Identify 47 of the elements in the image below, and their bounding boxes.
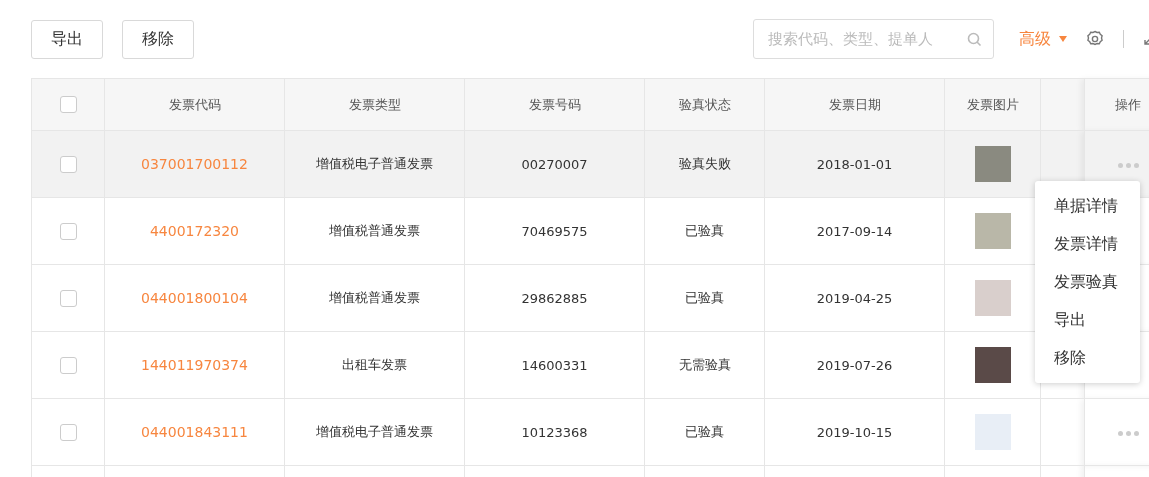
column-header: 操作	[1115, 96, 1141, 112]
row-checkbox[interactable]	[59, 222, 77, 240]
table-cell: 14600331	[521, 357, 588, 373]
photo-placeholder[interactable]	[974, 347, 1011, 383]
table-cell: 2018-01-01	[816, 156, 893, 172]
settings-icon[interactable]	[1086, 30, 1104, 48]
table-cell: 70469575	[521, 223, 588, 239]
toolbar-button[interactable]: 导出	[31, 19, 103, 59]
table-cell: 无需验真	[678, 357, 731, 372]
table-cell: 已验真	[685, 223, 724, 238]
column-header: 发票图片	[966, 96, 1019, 112]
table-cell: 2019-10-15	[816, 424, 893, 440]
table-cell: 增值税普通发票	[329, 223, 420, 238]
column-header: 发票代码	[168, 96, 221, 112]
table-cell: 10123368	[521, 424, 588, 440]
column-header: 发票类型	[348, 96, 401, 112]
menu-item[interactable]: 发票验真	[1035, 263, 1140, 301]
row-checkbox[interactable]	[59, 155, 77, 173]
table-cell: 增值税电子普通发票	[316, 424, 433, 439]
search-icon	[967, 32, 982, 47]
table-cell: 增值税普通发票	[329, 290, 420, 305]
table-cell: 2017-09-14	[816, 223, 893, 239]
toolbar-button[interactable]: 移除	[122, 19, 194, 59]
table-cell: 2019-07-26	[816, 357, 893, 373]
column-header: 发票号码	[528, 96, 581, 112]
table-cell: 2019-04-25	[816, 290, 893, 306]
select-all-checkbox[interactable]	[59, 96, 77, 113]
row-checkbox[interactable]	[59, 356, 77, 374]
row-checkbox[interactable]	[59, 289, 77, 307]
menu-item[interactable]: 移除	[1035, 339, 1140, 377]
column-header: 发票日期	[828, 96, 881, 112]
table-cell: 00270007	[521, 156, 588, 172]
caret-icon	[1059, 36, 1067, 42]
column-header: 验真状态	[678, 96, 731, 112]
menu-item[interactable]: 单据详情	[1035, 187, 1140, 225]
search-field[interactable]: 搜索代码、类型、提单人	[753, 19, 994, 59]
table-cell: 验真失败	[678, 156, 731, 171]
table-cell: 29862885	[521, 290, 588, 306]
table-cell: 增值税电子普通发票	[316, 156, 433, 171]
more-icon[interactable]	[1117, 430, 1139, 436]
more-icon[interactable]	[1117, 162, 1139, 168]
menu-item[interactable]: 发票详情	[1035, 225, 1140, 263]
menu-item[interactable]: 导出	[1035, 301, 1140, 339]
table-cell: 出租车发票	[342, 357, 407, 372]
table-cell: 已验真	[685, 290, 724, 305]
row-checkbox[interactable]	[59, 423, 77, 441]
table-cell: 已验真	[685, 424, 724, 439]
